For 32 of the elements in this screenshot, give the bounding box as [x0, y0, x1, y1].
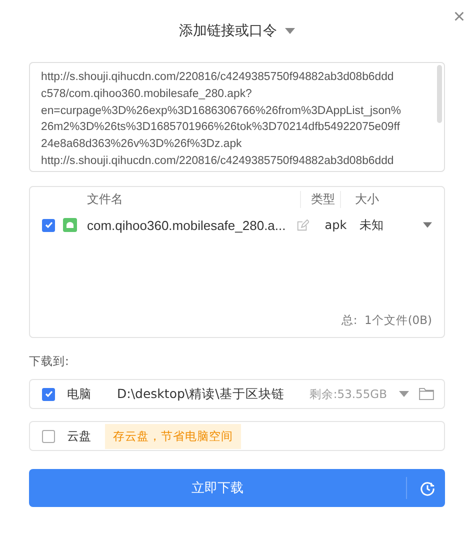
check-icon — [44, 389, 54, 399]
checkbox[interactable] — [42, 388, 55, 400]
save-target-row[interactable]: 云盘 存云盘，节省电脑空间 — [29, 421, 445, 451]
caret-icon[interactable] — [285, 28, 295, 34]
caret-icon[interactable] — [423, 222, 432, 228]
cloud-hint: 存云盘，节省电脑空间 — [105, 424, 241, 448]
check-icon — [44, 220, 54, 230]
link-input-field[interactable]: http://s.shouji.qihucdn.com/220816/c4249385750f94882ab3d08b6ddd c578/com.qihoo360.mobilesafe_280.apk? en=curpage%3D%26exp%3D1686306766%26from%3DAppList_json% 26m2%3D%26ts%3D1685701966%26tok%3D70214dfb54922075e09ff 24e8a68d363%26v%3D%26f%3Dz.apk http://s.shouji.qihucdn.com/220816/c4249385750f94882ab3d08b6ddd — [29, 62, 445, 172]
save-target-row[interactable]: 电脑 D:\desktop\精读\基于区块链 剩余:53.55GB — [29, 379, 445, 409]
column-header: 大小 — [340, 190, 432, 208]
save-to-label: 下载到: — [29, 354, 70, 369]
scrollbar[interactable] — [437, 65, 442, 123]
folder-path: D:\desktop\精读\基于区块链 — [117, 386, 286, 402]
file-size: 未知 — [358, 216, 384, 234]
file-total: 总: 1个文件(0B) — [341, 313, 432, 328]
download-button[interactable]: 立即下载 — [29, 477, 407, 499]
free-space: 剩余:53.55GB — [309, 386, 387, 402]
edit-icon[interactable] — [296, 218, 309, 232]
folder-icon[interactable] — [419, 388, 434, 400]
column-header: 文件名 — [86, 190, 124, 208]
file-name: com.qihoo360.mobilesafe_280.a... — [87, 218, 286, 232]
target-label: 云盘 — [67, 428, 92, 444]
dialog-title: 添加链接或口令 — [179, 22, 277, 40]
clock-icon[interactable] — [420, 480, 435, 496]
checkbox[interactable] — [42, 218, 55, 232]
column-header: 类型 — [300, 190, 340, 208]
caret-icon[interactable] — [399, 391, 409, 397]
close-button[interactable]: × — [453, 6, 465, 29]
target-label: 电脑 — [67, 386, 92, 402]
file-type: apk — [324, 218, 348, 232]
android-file-icon — [63, 218, 77, 232]
checkbox[interactable] — [42, 430, 55, 442]
